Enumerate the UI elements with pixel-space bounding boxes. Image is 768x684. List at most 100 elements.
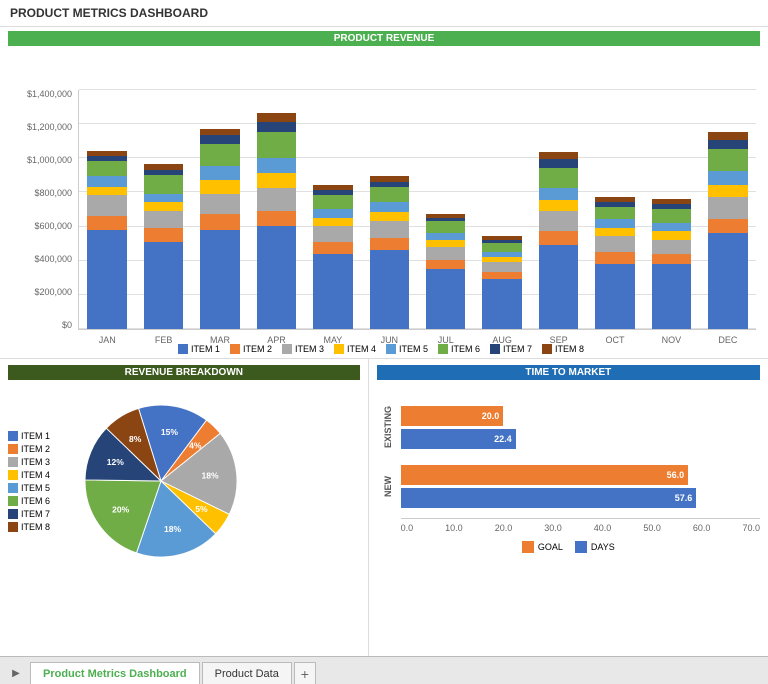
bar-segment — [482, 279, 521, 329]
bar-segment — [539, 231, 578, 245]
legend-item: ITEM 7 — [490, 344, 532, 354]
bar-month-label: JAN — [99, 335, 116, 345]
bar-segment — [87, 230, 126, 329]
bar-segment — [708, 197, 747, 219]
bar-segment — [200, 230, 239, 329]
ttm-x-label: 10.0 — [445, 523, 463, 533]
legend-item: ITEM 5 — [386, 344, 428, 354]
pie-legend-label: ITEM 4 — [21, 470, 50, 480]
bar-segment — [539, 245, 578, 329]
bar-segment — [539, 159, 578, 168]
bar-segment — [87, 187, 126, 196]
bar-segment — [257, 188, 296, 210]
bar-segment — [370, 250, 409, 329]
bar-segment — [87, 195, 126, 216]
bar-segment — [652, 223, 691, 232]
bar-stack — [257, 113, 296, 329]
bottom-section: REVENUE BREAKDOWN ITEM 1ITEM 2ITEM 3ITEM… — [0, 358, 768, 656]
bar-segment — [539, 200, 578, 210]
tab-add-button[interactable]: + — [294, 662, 316, 684]
y-axis-label: $1,000,000 — [12, 156, 72, 165]
y-axis: $0$200,000$400,000$600,000$800,000$1,000… — [12, 90, 72, 330]
bar-segment — [200, 144, 239, 166]
bar-segment — [257, 173, 296, 188]
tab-bar: ▶ Product Metrics Dashboard Product Data… — [0, 656, 768, 684]
legend-label: ITEM 5 — [399, 344, 428, 354]
revenue-breakdown-section: REVENUE BREAKDOWN ITEM 1ITEM 2ITEM 3ITEM… — [0, 359, 369, 656]
bar-segment — [370, 202, 409, 212]
legend-label: ITEM 1 — [191, 344, 220, 354]
bar-group: JAN — [79, 90, 135, 329]
bar-stack — [482, 236, 521, 329]
ttm-x-label: 40.0 — [594, 523, 612, 533]
bar-segment — [370, 238, 409, 250]
ttm-header: TIME TO MARKET — [377, 365, 760, 380]
bar-segment — [200, 194, 239, 215]
bar-group: JUN — [361, 90, 417, 329]
ttm-legend: GOALDAYS — [377, 541, 760, 553]
pie-legend-color — [8, 470, 18, 480]
bar-segment — [595, 252, 634, 264]
main-title: PRODUCT METRICS DASHBOARD — [0, 0, 768, 27]
bar-segment — [370, 187, 409, 202]
pie-legend-color — [8, 522, 18, 532]
pie-label: 8% — [129, 434, 142, 444]
bar-month-label: MAR — [210, 335, 230, 345]
bar-segment — [144, 228, 183, 242]
tab-product-data[interactable]: Product Data — [202, 662, 292, 684]
bar-segment — [708, 219, 747, 233]
ttm-legend-label: GOAL — [538, 542, 563, 552]
legend-item: ITEM 3 — [282, 344, 324, 354]
ttm-x-label: 70.0 — [742, 523, 760, 533]
bar-segment — [482, 243, 521, 252]
bar-segment — [426, 233, 465, 240]
ttm-legend-color — [575, 541, 587, 553]
ttm-category-row: NEW56.057.6 — [377, 465, 760, 508]
pie-legend-label: ITEM 6 — [21, 496, 50, 506]
legend-item: ITEM 4 — [334, 344, 376, 354]
bar-group: NOV — [643, 90, 699, 329]
bar-segment — [595, 207, 634, 219]
bar-segment — [200, 214, 239, 229]
pie-legend-label: ITEM 3 — [21, 457, 50, 467]
time-to-market-section: TIME TO MARKET EXISTING20.022.4NEW56.057… — [369, 359, 768, 656]
legend-color-box — [386, 344, 396, 354]
bar-segment — [370, 212, 409, 221]
bar-segment — [257, 226, 296, 329]
pie-legend-label: ITEM 7 — [21, 509, 50, 519]
bar-stack — [652, 199, 691, 329]
pie-legend-label: ITEM 2 — [21, 444, 50, 454]
legend-label: ITEM 3 — [295, 344, 324, 354]
tab-scroll-left[interactable]: ▶ — [6, 662, 26, 684]
pie-chart-header: REVENUE BREAKDOWN — [8, 365, 360, 380]
bar-stack — [144, 164, 183, 329]
bar-segment — [652, 231, 691, 240]
bar-segment — [595, 219, 634, 228]
bar-segment — [87, 216, 126, 230]
bar-group: DEC — [700, 90, 756, 329]
bar-segment — [257, 122, 296, 132]
pie-label: 4% — [189, 440, 202, 450]
bar-chart-header: PRODUCT REVENUE — [8, 31, 760, 46]
bar-month-label: JUN — [381, 335, 399, 345]
pie-legend-color — [8, 483, 18, 493]
bar-segment — [257, 132, 296, 158]
legend-color-box — [438, 344, 448, 354]
ttm-goal-bar: 20.0 — [401, 406, 504, 426]
pie-label: 15% — [161, 427, 179, 437]
bar-group: APR — [248, 90, 304, 329]
ttm-x-axis: 0.010.020.030.040.050.060.070.0 — [401, 518, 760, 533]
pie-legend-item: ITEM 8 — [8, 522, 50, 532]
bar-group: MAY — [305, 90, 361, 329]
bar-segment — [257, 113, 296, 122]
y-axis-label: $200,000 — [12, 288, 72, 297]
pie-label: 12% — [107, 457, 125, 467]
ttm-category-label: EXISTING — [377, 406, 393, 448]
ttm-x-label: 60.0 — [693, 523, 711, 533]
pie-and-legend: ITEM 1ITEM 2ITEM 3ITEM 4ITEM 5ITEM 6ITEM… — [8, 386, 360, 576]
bar-segment — [313, 218, 352, 227]
bar-stack — [595, 197, 634, 329]
y-axis-label: $400,000 — [12, 255, 72, 264]
tab-product-metrics-dashboard[interactable]: Product Metrics Dashboard — [30, 662, 200, 684]
bar-chart-area: $0$200,000$400,000$600,000$800,000$1,000… — [8, 50, 760, 330]
